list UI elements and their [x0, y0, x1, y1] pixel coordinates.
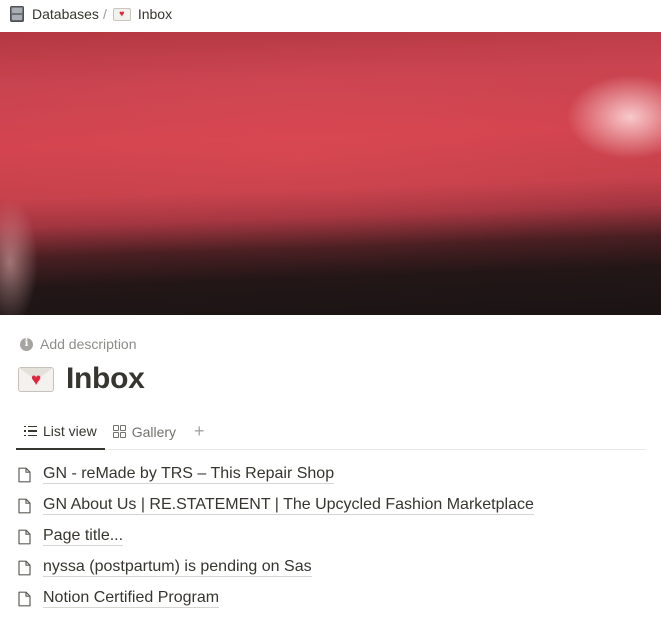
list-item[interactable]: Notion Certified Program [18, 583, 648, 614]
list-item-title: GN - reMade by TRS – This Repair Shop [43, 465, 335, 484]
list-item-title: GN About Us | RE.STATEMENT | The Upcycle… [43, 496, 534, 515]
page-icon [18, 591, 31, 606]
add-description-button[interactable]: i Add description [20, 336, 137, 352]
breadcrumb-label: Inbox [137, 6, 173, 22]
breadcrumb: Databases / ♥ Inbox [0, 0, 661, 28]
list-item[interactable]: GN - reMade by TRS – This Repair Shop [18, 459, 648, 490]
breadcrumb-label: Databases [32, 6, 99, 22]
list-item-title: nyssa (postpartum) is pending on Sas [43, 558, 312, 577]
list-item[interactable]: GN About Us | RE.STATEMENT | The Upcycle… [18, 490, 648, 521]
view-tabs: List view Gallery + [16, 414, 646, 450]
list-item[interactable]: Page title... [18, 521, 648, 552]
list-item-title: Notion Certified Program [43, 589, 220, 608]
page-list: GN - reMade by TRS – This Repair Shop GN… [18, 459, 648, 614]
page-icon [18, 498, 31, 513]
page-icon [18, 529, 31, 544]
tab-list-view[interactable]: List view [16, 414, 105, 450]
breadcrumb-item-inbox[interactable]: ♥ Inbox [112, 6, 173, 22]
list-item[interactable]: nyssa (postpartum) is pending on Sas [18, 552, 648, 583]
breadcrumb-item-databases[interactable]: Databases [10, 6, 99, 22]
add-description-label: Add description [40, 336, 137, 352]
love-letter-icon[interactable]: ♥ [18, 366, 54, 392]
list-icon [24, 425, 37, 437]
tab-label: List view [43, 423, 97, 439]
info-icon: i [20, 337, 33, 351]
page-icon [18, 467, 31, 482]
file-cabinet-icon [10, 6, 24, 22]
tab-gallery[interactable]: Gallery [105, 414, 184, 450]
tab-label: Gallery [131, 423, 177, 440]
page-header: ♥ Inbox [18, 362, 145, 396]
add-view-button[interactable]: + [184, 414, 215, 450]
page-icon [18, 560, 31, 575]
cover-image[interactable] [0, 32, 661, 315]
breadcrumb-separator: / [102, 6, 107, 22]
gallery-icon [112, 425, 126, 438]
love-letter-icon: ♥ [112, 7, 131, 21]
page-title[interactable]: Inbox [66, 362, 145, 396]
list-item-title: Page title... [43, 527, 124, 546]
